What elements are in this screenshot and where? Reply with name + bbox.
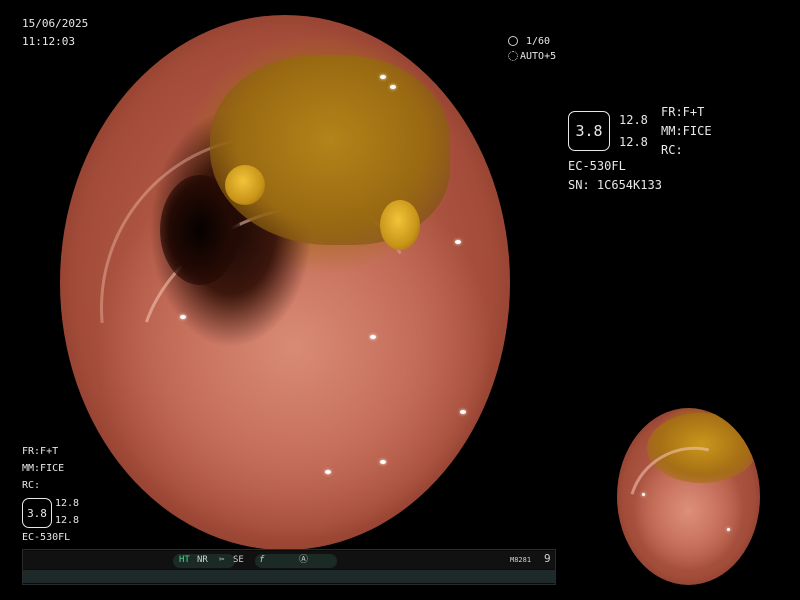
fx-pill	[255, 554, 337, 568]
mm-label: MM:FICE	[661, 124, 712, 138]
nr-label: NR	[197, 555, 208, 565]
serial-number: SN: 1C654K133	[568, 178, 662, 192]
specular-highlight	[180, 315, 186, 319]
zoom-badge-left: 3.8	[22, 498, 52, 528]
circle-a-icon: Ⓐ	[299, 555, 309, 565]
shutter-icon	[508, 36, 518, 46]
value-2: 12.8	[619, 135, 648, 149]
scope-model: EC-530FL	[568, 159, 626, 173]
specular-highlight	[380, 460, 386, 464]
rc-label: RC:	[661, 143, 683, 157]
exposure-row: AUTO+5	[508, 50, 556, 63]
specular-highlight	[455, 240, 461, 244]
function-icon: f	[259, 555, 265, 565]
status-bar-bottom	[23, 570, 555, 583]
endoscopy-main-view	[60, 15, 510, 550]
stool-debris	[380, 200, 420, 250]
value-2-left: 12.8	[55, 515, 80, 526]
scope-model-left: EC-530FL	[22, 532, 71, 543]
value-1: 12.8	[619, 113, 648, 127]
rc-label-left: RC:	[22, 480, 41, 491]
time-label: 11:12:03	[22, 35, 75, 48]
mm-label-left: MM:FICE	[22, 463, 65, 474]
status-count: 9	[544, 552, 551, 565]
fr-label-left: FR:F+T	[22, 446, 59, 457]
specular-highlight	[390, 85, 396, 89]
scissors-icon: ✂	[219, 555, 225, 565]
endoscopy-thumbnail[interactable]	[617, 408, 760, 585]
value-1-left: 12.8	[55, 498, 80, 509]
zoom-badge: 3.8	[568, 111, 610, 151]
fr-label: FR:F+T	[661, 105, 705, 119]
se-label: SE	[233, 555, 244, 565]
exposure-icon	[508, 51, 518, 61]
stool-debris	[225, 165, 265, 205]
specular-highlight	[460, 410, 466, 414]
specular-highlight	[642, 493, 645, 496]
date-label: 15/06/2025	[22, 17, 89, 30]
specular-highlight	[727, 528, 730, 531]
ht-label: HT	[179, 555, 190, 565]
status-code: M8281	[510, 556, 532, 564]
exposure-value: AUTO+5	[520, 51, 557, 62]
specular-highlight	[325, 470, 331, 474]
status-bar: HT NR ✂ SE f Ⓐ M8281 9	[22, 549, 556, 585]
shutter-row: 1/60	[508, 35, 550, 48]
shutter-value: 1/60	[526, 36, 551, 47]
specular-highlight	[370, 335, 376, 339]
status-bar-top: HT NR ✂ SE f Ⓐ M8281 9	[23, 551, 555, 569]
specular-highlight	[380, 75, 386, 79]
